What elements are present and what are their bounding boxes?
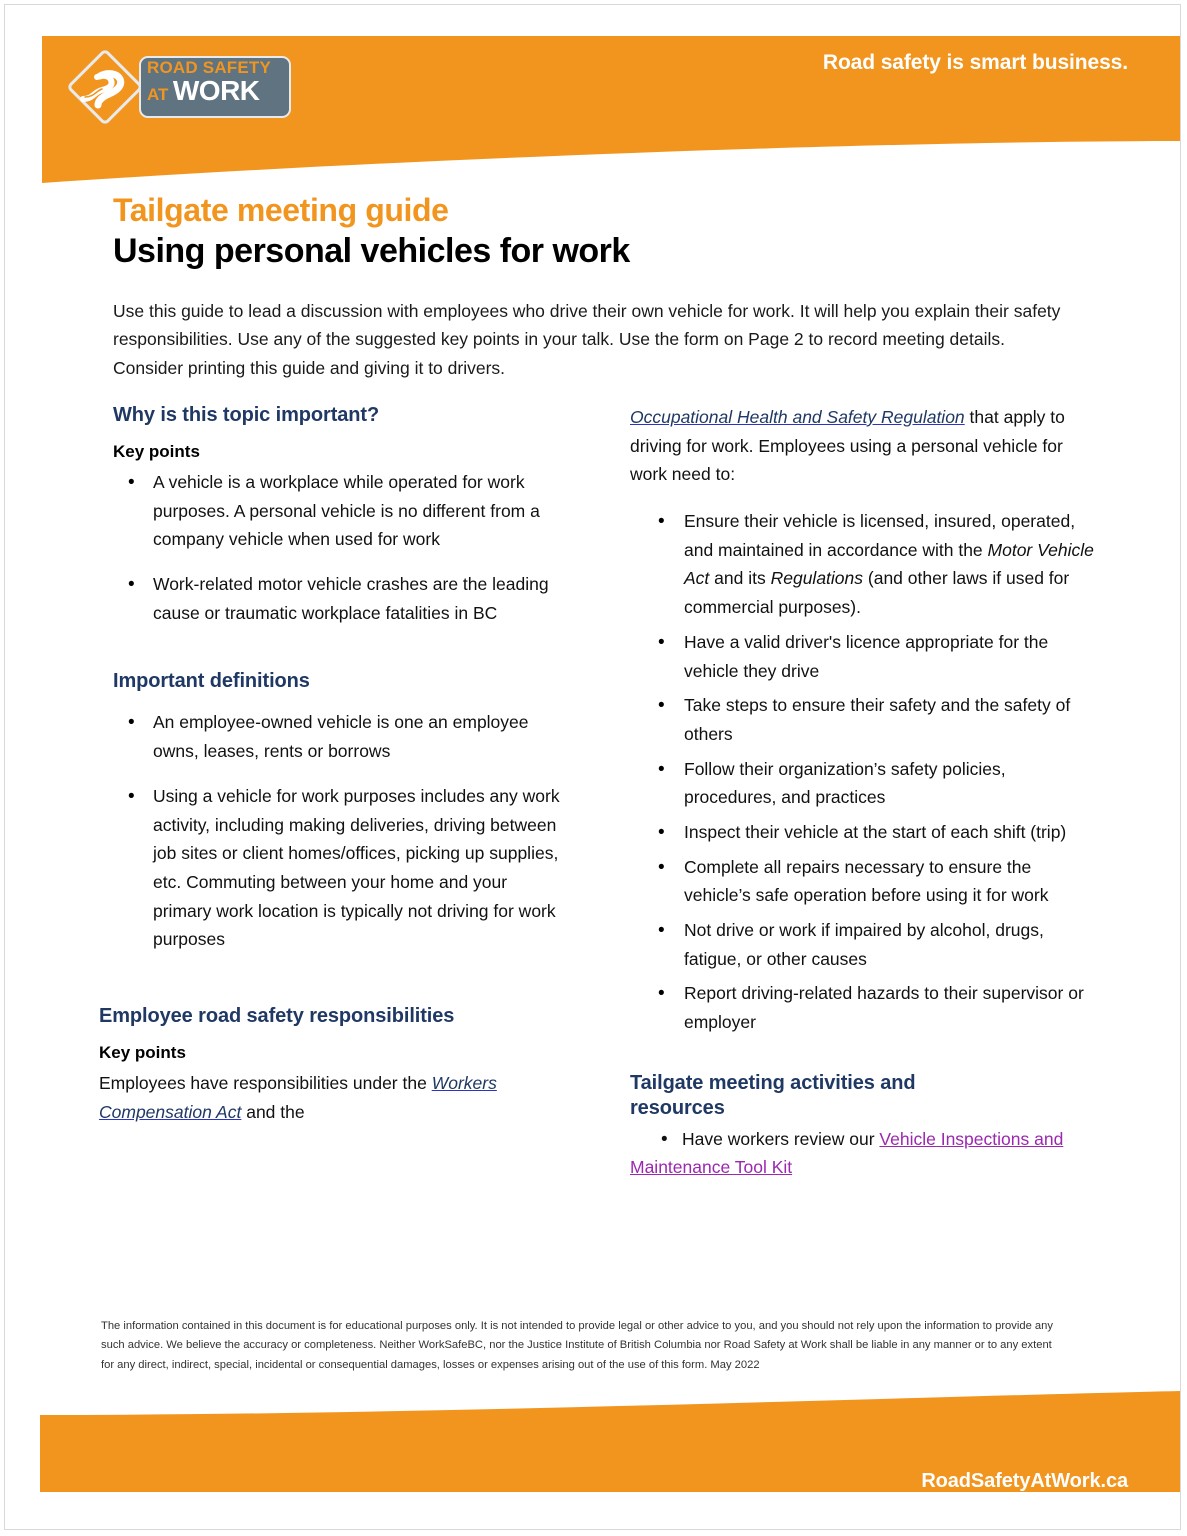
- footer-website-url: RoadSafetyAtWork.ca: [921, 1470, 1128, 1492]
- right-column: Occupational Health and Safety Regulatio…: [630, 403, 1095, 1182]
- why-important-bullet-list: A vehicle is a workplace while operated …: [99, 467, 569, 627]
- section-heading-employee-responsibilities: Employee road safety responsibilities: [99, 1004, 455, 1027]
- resources-bullet-text: Have workers review our Vehicle Inspecti…: [630, 1125, 1095, 1182]
- key-points-label-1: Key points: [113, 442, 200, 461]
- disclaimer-text: The information contained in this docume…: [101, 1320, 1053, 1371]
- winding-road-diamond-icon: [67, 49, 143, 125]
- definitions-bullet-list: An employee-owned vehicle is one an empl…: [99, 707, 569, 954]
- page-title: Using personal vehicles for work: [113, 231, 630, 270]
- list-item: Inspect their vehicle at the start of ea…: [630, 817, 1095, 848]
- title-block: Tailgate meeting guide Using personal ve…: [113, 192, 1073, 270]
- ohs-regulation-paragraph: Occupational Health and Safety Regulatio…: [630, 403, 1095, 489]
- intro-paragraph: Use this guide to lead a discussion with…: [113, 301, 1061, 378]
- left-column: Why is this topic important? Key points …: [99, 403, 569, 1140]
- list-item: Complete all repairs necessary to ensure…: [630, 852, 1095, 910]
- section-heading-important-definitions: Important definitions: [113, 670, 310, 693]
- document-page: ROAD SAFETY AT WORK Road safety is smart…: [4, 4, 1181, 1530]
- bullet-part-2: and its: [709, 568, 771, 589]
- list-item: Work-related motor vehicle crashes are t…: [99, 569, 569, 627]
- resources-bullet-item: • Have workers review our Vehicle Inspec…: [630, 1125, 1095, 1182]
- list-item: Ensure their vehicle is licensed, insure…: [630, 506, 1095, 622]
- list-item: Have a valid driver's licence appropriat…: [630, 627, 1095, 685]
- list-item: Report driving-related hazards to their …: [630, 978, 1095, 1036]
- key-points-label-2: Key points: [99, 1042, 186, 1062]
- employee-requirements-bullet-list: Ensure their vehicle is licensed, insure…: [630, 506, 1095, 1037]
- logo-wordmark: ROAD SAFETY AT WORK: [147, 59, 287, 105]
- section-heading-activities-resources: Tailgate meeting activities and resource…: [630, 1071, 916, 1119]
- responsibilities-text-before: Employees have responsibilities under th…: [99, 1072, 432, 1093]
- ohs-regulation-link[interactable]: Occupational Health and Safety Regulatio…: [630, 407, 965, 427]
- road-safety-at-work-logo: ROAD SAFETY AT WORK: [67, 46, 293, 128]
- responsibilities-text-after: and the: [241, 1101, 305, 1122]
- bullet-marker-icon: •: [661, 1128, 668, 1150]
- list-item: Using a vehicle for work purposes includ…: [99, 781, 569, 954]
- list-item: Take steps to ensure their safety and th…: [630, 690, 1095, 748]
- header-tagline: Road safety is smart business.: [822, 51, 1128, 74]
- list-item: Follow their organization’s safety polic…: [630, 754, 1095, 812]
- regulations-italic: Regulations: [770, 568, 864, 589]
- guide-kicker: Tailgate meeting guide: [113, 192, 449, 228]
- footer-banner: [5, 1389, 1180, 1529]
- logo-at-text: AT: [147, 85, 169, 104]
- logo-work-text: WORK: [172, 75, 260, 106]
- resources-bullet-prefix: Have workers review our: [682, 1128, 880, 1149]
- section-heading-why-important: Why is this topic important?: [113, 404, 380, 426]
- logo-line-at-work: AT WORK: [147, 77, 287, 105]
- list-item: An employee-owned vehicle is one an empl…: [99, 707, 569, 765]
- list-item: A vehicle is a workplace while operated …: [99, 467, 569, 554]
- list-item: Not drive or work if impaired by alcohol…: [630, 915, 1095, 973]
- responsibilities-paragraph: Employees have responsibilities under th…: [99, 1069, 569, 1126]
- logo-line-road-safety: ROAD SAFETY: [147, 58, 272, 77]
